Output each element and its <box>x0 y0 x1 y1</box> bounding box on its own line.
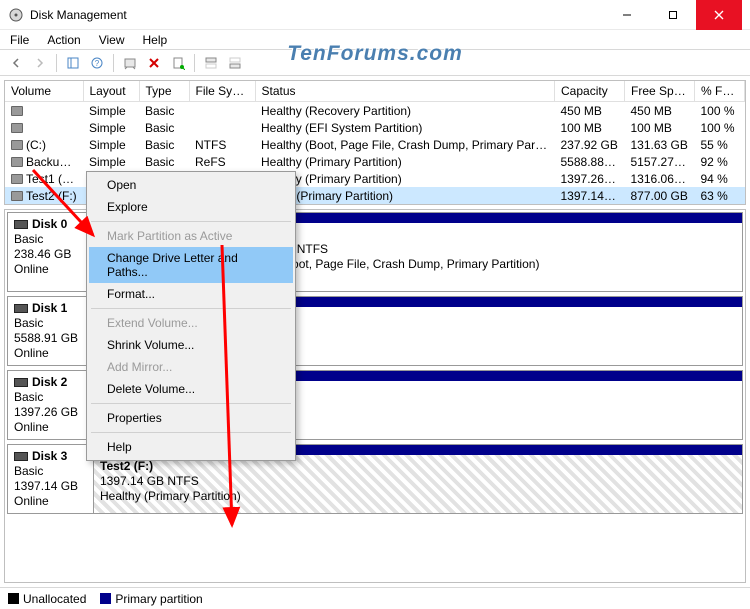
refresh-button[interactable] <box>120 53 140 73</box>
ctx-add-mirror: Add Mirror... <box>89 356 293 378</box>
ctx-properties[interactable]: Properties <box>89 407 293 429</box>
ctx-extend: Extend Volume... <box>89 312 293 334</box>
col-fs[interactable]: File Syste... <box>189 81 255 102</box>
col-status[interactable]: Status <box>255 81 555 102</box>
forward-button[interactable] <box>30 53 50 73</box>
drive-icon <box>11 191 23 201</box>
menu-action[interactable]: Action <box>43 32 84 47</box>
view-bottom-button[interactable] <box>225 53 245 73</box>
ctx-change-drive-letter[interactable]: Change Drive Letter and Paths... <box>89 247 293 283</box>
disk-info[interactable]: Disk 3Basic1397.14 GBOnline <box>8 445 94 513</box>
drive-icon <box>11 106 23 116</box>
titlebar: Disk Management <box>0 0 750 30</box>
disk-icon <box>14 304 28 313</box>
ctx-format[interactable]: Format... <box>89 283 293 305</box>
disk-info[interactable]: Disk 2Basic1397.26 GBOnline <box>8 371 94 439</box>
col-volume[interactable]: Volume <box>5 81 83 102</box>
disk-icon <box>14 378 28 387</box>
ctx-explore[interactable]: Explore <box>89 196 293 218</box>
close-button[interactable] <box>696 0 742 30</box>
legend-unalloc: Unallocated <box>8 592 86 606</box>
drive-icon <box>11 140 23 150</box>
window-title: Disk Management <box>30 8 127 22</box>
app-icon <box>8 7 24 23</box>
console-tree-button[interactable] <box>63 53 83 73</box>
back-button[interactable] <box>6 53 26 73</box>
properties-button[interactable] <box>168 53 188 73</box>
drive-icon <box>11 123 23 133</box>
maximize-button[interactable] <box>650 0 696 30</box>
partition[interactable]: (C:)237.92 GB NTFSHealthy (Boot, Page Fi… <box>230 213 742 291</box>
disk-info[interactable]: Disk 0Basic238.46 GBOnline <box>8 213 94 291</box>
drive-icon <box>11 174 23 184</box>
disk-icon <box>14 452 28 461</box>
col-free[interactable]: Free Space <box>625 81 695 102</box>
ctx-delete[interactable]: Delete Volume... <box>89 378 293 400</box>
col-capacity[interactable]: Capacity <box>555 81 625 102</box>
menu-file[interactable]: File <box>6 32 33 47</box>
menu-help[interactable]: Help <box>139 32 172 47</box>
col-type[interactable]: Type <box>139 81 189 102</box>
toolbar: ? <box>0 50 750 76</box>
svg-text:?: ? <box>95 59 100 68</box>
context-menu: Open Explore Mark Partition as Active Ch… <box>86 171 296 461</box>
menubar: File Action View Help <box>0 30 750 50</box>
col-pct[interactable]: % Free <box>695 81 745 102</box>
ctx-mark-active: Mark Partition as Active <box>89 225 293 247</box>
view-top-button[interactable] <box>201 53 221 73</box>
volume-row[interactable]: Backup (D:)SimpleBasicReFSHealthy (Prima… <box>5 153 745 170</box>
volume-row[interactable]: SimpleBasicHealthy (Recovery Partition)4… <box>5 102 745 120</box>
disk-info[interactable]: Disk 1Basic5588.91 GBOnline <box>8 297 94 365</box>
ctx-open[interactable]: Open <box>89 174 293 196</box>
delete-icon[interactable] <box>144 53 164 73</box>
drive-icon <box>11 157 23 167</box>
col-layout[interactable]: Layout <box>83 81 139 102</box>
disk-icon <box>14 220 28 229</box>
ctx-shrink[interactable]: Shrink Volume... <box>89 334 293 356</box>
help-button[interactable]: ? <box>87 53 107 73</box>
legend-primary: Primary partition <box>100 592 202 606</box>
minimize-button[interactable] <box>604 0 650 30</box>
legend: Unallocated Primary partition <box>0 587 750 609</box>
menu-view[interactable]: View <box>95 32 129 47</box>
volume-row[interactable]: (C:)SimpleBasicNTFSHealthy (Boot, Page F… <box>5 136 745 153</box>
volume-row[interactable]: SimpleBasicHealthy (EFI System Partition… <box>5 119 745 136</box>
ctx-help[interactable]: Help <box>89 436 293 458</box>
